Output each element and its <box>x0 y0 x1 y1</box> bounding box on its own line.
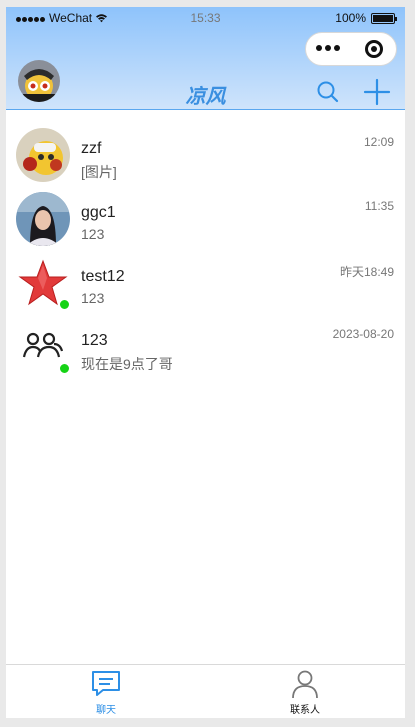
chat-time: 2023-08-20 <box>332 327 394 341</box>
chat-time: 昨天18:49 <box>339 265 394 279</box>
status-bar: WeChat 15:33 100% <box>6 7 405 29</box>
chat-item[interactable]: zzf [图片] 12:09 <box>6 120 405 184</box>
chat-item[interactable]: ggc1 123 11:35 <box>6 184 405 248</box>
chat-name: ggc1 <box>81 204 116 221</box>
person-icon <box>292 670 318 699</box>
header: WeChat 15:33 100% 凉风 <box>6 7 405 110</box>
chat-last-message: 123 <box>81 226 105 242</box>
plus-icon <box>363 78 391 106</box>
battery-percent: 100% <box>335 11 366 25</box>
tab-contacts-label: 联系人 <box>290 705 320 716</box>
battery-icon <box>371 12 397 24</box>
chat-name: test12 <box>81 268 125 285</box>
avatar <box>16 192 70 246</box>
search-button[interactable] <box>313 77 343 107</box>
chat-list: zzf [图片] 12:09 ggc1 123 11:35 test12 123… <box>6 120 405 376</box>
chat-time: 12:09 <box>363 135 394 149</box>
chat-item[interactable]: 123 现在是9点了哥 2023-08-20 <box>6 312 405 376</box>
mini-program-capsule <box>305 32 397 66</box>
chat-name: zzf <box>81 140 102 157</box>
phone-screen: WeChat 15:33 100% 凉风 zzf [图片] 12:09 ggc1… <box>6 7 405 718</box>
add-button[interactable] <box>362 77 392 107</box>
chat-last-message: 123 <box>81 290 105 306</box>
tab-chat[interactable]: 聊天 <box>76 669 136 716</box>
chat-last-message: 现在是9点了哥 <box>81 356 173 372</box>
avatar <box>16 128 70 182</box>
chat-last-message: [图片] <box>81 164 117 180</box>
online-indicator <box>59 363 70 374</box>
chat-item[interactable]: test12 123 昨天18:49 <box>6 248 405 312</box>
search-icon <box>317 81 339 103</box>
chat-name: 123 <box>81 332 108 349</box>
tab-chat-label: 聊天 <box>96 705 116 716</box>
chat-bubble-icon <box>92 671 120 696</box>
tab-contacts[interactable]: 联系人 <box>275 669 335 716</box>
page-title: 凉风 <box>185 86 226 108</box>
chat-time: 11:35 <box>364 199 394 213</box>
more-options-icon[interactable] <box>316 45 340 51</box>
close-target-icon[interactable] <box>365 40 383 58</box>
online-indicator <box>59 299 70 310</box>
tab-bar: 聊天 联系人 <box>6 664 405 718</box>
